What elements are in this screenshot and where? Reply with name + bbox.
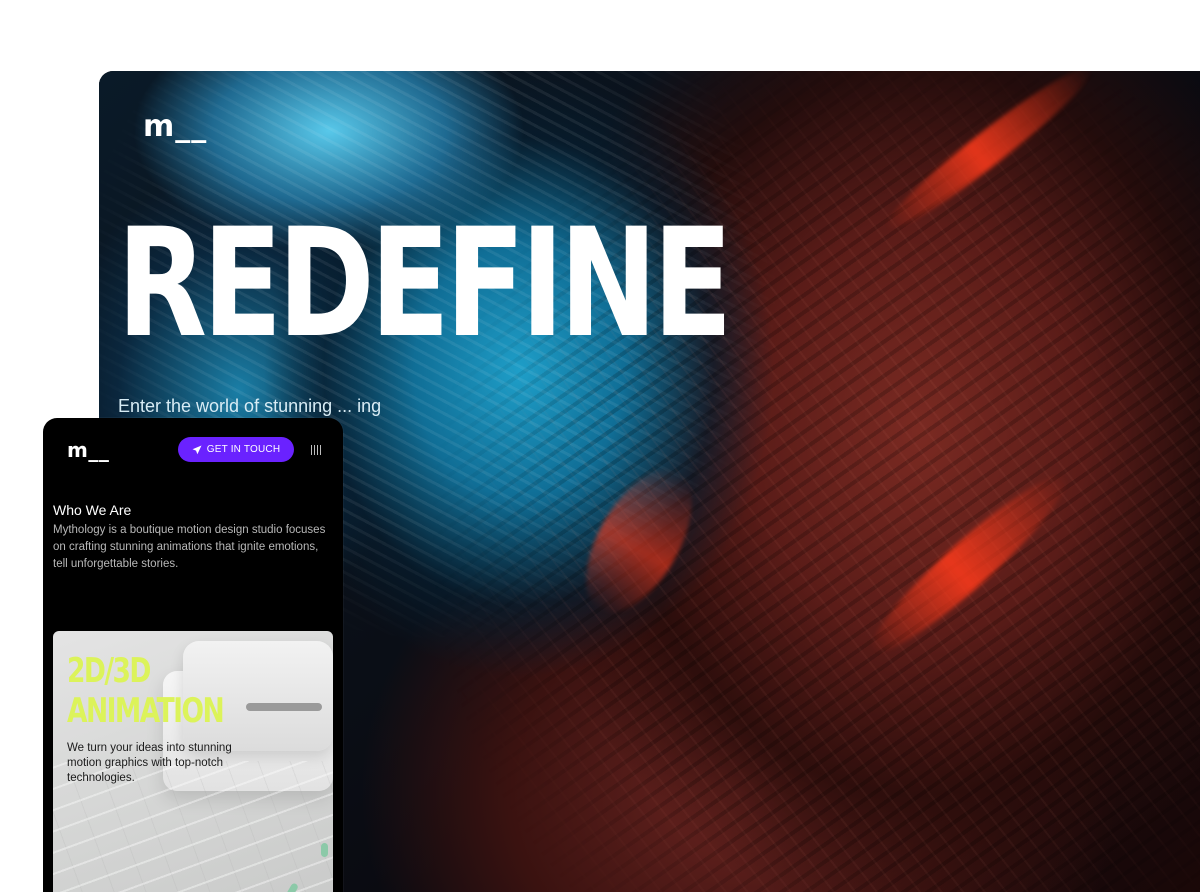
section-body: Mythology is a boutique motion design st… <box>53 524 326 570</box>
get-in-touch-label: GET IN TOUCH <box>206 444 281 455</box>
card-illustration-pill <box>321 843 328 857</box>
service-card[interactable]: 2D/3D ANIMATION We turn your ideas into … <box>53 631 333 892</box>
card-title-line: ANIMATION <box>67 691 225 731</box>
card-title-line: 2D/3D <box>67 651 151 691</box>
menu-icon[interactable] <box>311 445 323 455</box>
card-title: 2D/3D ANIMATION <box>67 651 225 731</box>
mobile-preview: m__ GET IN TOUCH Who We Are Mythology is… <box>43 418 343 892</box>
section-heading: Who We Are <box>53 502 132 518</box>
logo[interactable]: m__ <box>143 109 207 144</box>
card-illustration-slot <box>246 703 322 711</box>
card-description: We turn your ideas into stunning motion … <box>67 742 232 784</box>
hero-headline: REDEFINE <box>117 197 733 371</box>
send-icon <box>192 445 202 454</box>
get-in-touch-button[interactable]: GET IN TOUCH <box>178 437 294 462</box>
logo[interactable]: m__ <box>67 438 109 462</box>
